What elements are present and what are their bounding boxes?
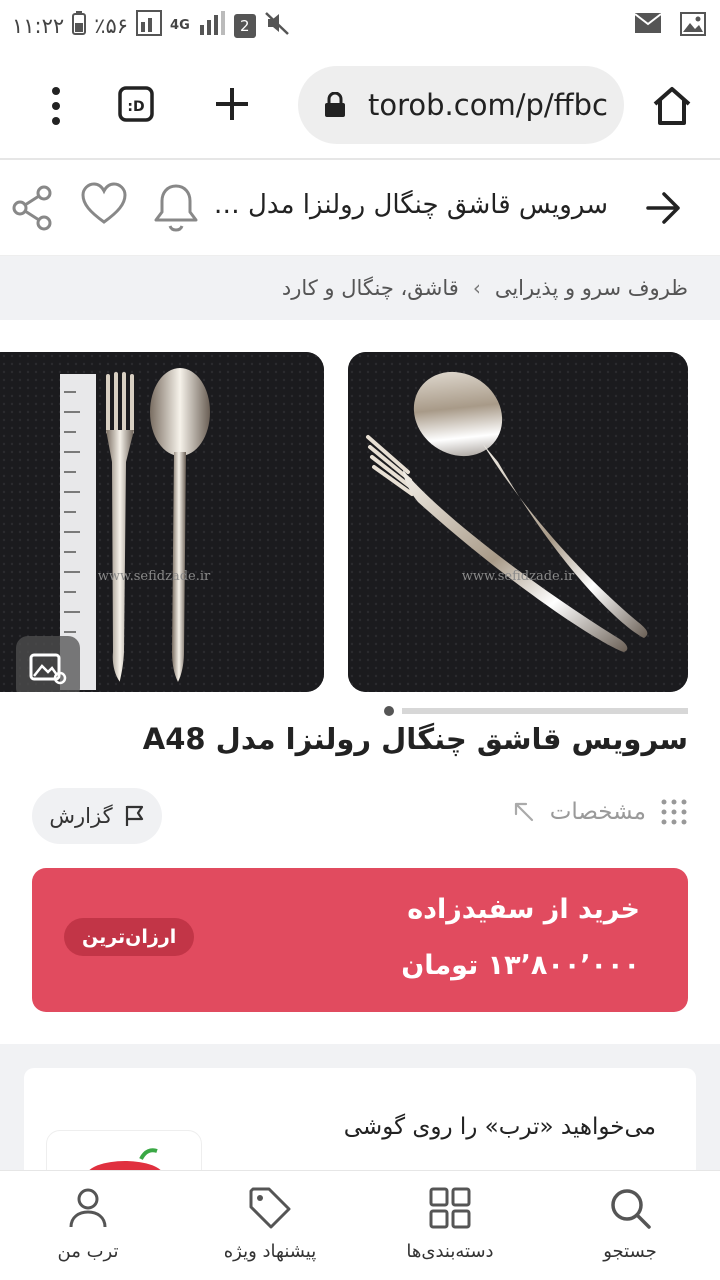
back-button[interactable] xyxy=(644,188,684,232)
status-time: ۱۱:۲۲ xyxy=(12,13,65,38)
gallery-button[interactable] xyxy=(16,636,80,692)
mute-icon xyxy=(264,10,290,41)
gallery-scroll-indicator xyxy=(402,708,688,714)
svg-text::D: :D xyxy=(127,99,144,115)
categories-icon xyxy=(429,1187,471,1229)
tag-icon xyxy=(249,1187,291,1229)
photo-watermark: www.sefidzade.ir xyxy=(98,569,211,584)
nav-offers-label: پیشنهاد ویژه xyxy=(223,1241,317,1262)
nav-mytorob-label: ترب من xyxy=(57,1241,119,1262)
menu-icon xyxy=(52,87,60,125)
url-text: torob.com/p/ffbc xyxy=(368,88,608,122)
product-header: سرویس قاشق چنگال رولنزا مدل A48 xyxy=(0,160,720,256)
plus-icon xyxy=(216,88,248,120)
user-icon xyxy=(69,1188,107,1228)
app-promo-section: می‌خواهید «ترب» را روی گوشی xyxy=(0,1044,720,1210)
nav-search-label: جستجو xyxy=(603,1241,657,1262)
product-gallery[interactable]: www.sefidzade.ir www.sefidzade.ir xyxy=(0,352,720,692)
arrow-up-left-icon xyxy=(514,802,533,822)
product-photo-main[interactable]: www.sefidzade.ir xyxy=(348,352,688,692)
sim-badge: 2 xyxy=(239,16,250,35)
image-icon xyxy=(680,12,706,40)
signal-icon xyxy=(198,11,226,40)
arrow-right-icon xyxy=(646,192,680,224)
buy-price: ۱۳٬۸۰۰٬۰۰۰ تومان xyxy=(401,950,640,981)
breadcrumb-item-serveware[interactable]: ظروف سرو و پذیرایی xyxy=(495,276,688,300)
buy-card[interactable]: خرید از سفیدزاده ۱۳٬۸۰۰٬۰۰۰ تومان ارزان‌… xyxy=(32,868,688,1012)
share-icon xyxy=(12,185,52,231)
status-right xyxy=(634,12,706,40)
grid-dots-icon xyxy=(661,799,687,825)
breadcrumb-separator: › xyxy=(472,276,481,300)
network-type: 4G xyxy=(170,17,190,33)
home-icon xyxy=(653,87,691,125)
photo-watermark: www.sefidzade.ir xyxy=(462,569,575,584)
heart-icon xyxy=(81,182,127,224)
favorite-button[interactable] xyxy=(80,182,128,230)
nav-search[interactable]: جستجو xyxy=(560,1185,700,1262)
spoon-fork-photo: www.sefidzade.ir xyxy=(348,352,688,692)
search-icon xyxy=(611,1189,651,1229)
cheapest-badge: ارزان‌ترین xyxy=(64,918,195,956)
bottom-navigation: جستجو دسته‌بندی‌ها پیشنهاد ویژه ترب من xyxy=(0,1170,720,1280)
battery-percent: ٪۵۶ xyxy=(94,13,129,38)
lock-icon xyxy=(325,92,345,117)
status-left: ۱۱:۲۲ ٪۵۶ 4G 2 xyxy=(12,10,290,41)
new-tab-button[interactable] xyxy=(212,84,252,124)
price-alert-button[interactable] xyxy=(152,182,200,236)
tab-switcher-button[interactable]: :D xyxy=(118,86,154,122)
nav-my-torob[interactable]: ترب من xyxy=(18,1185,158,1262)
product-title: سرویس قاشق چنگال رولنزا مدل A48 xyxy=(142,722,688,756)
status-bar: ۱۱:۲۲ ٪۵۶ 4G 2 xyxy=(0,0,720,52)
home-button[interactable] xyxy=(650,84,694,128)
share-button[interactable] xyxy=(10,184,54,236)
data-icon xyxy=(136,10,163,41)
nav-categories[interactable]: دسته‌بندی‌ها xyxy=(380,1185,520,1262)
gallery-icon xyxy=(29,653,67,685)
buy-store-label: خرید از سفیدزاده xyxy=(407,894,640,925)
browser-menu-button[interactable] xyxy=(38,86,74,126)
flag-icon xyxy=(125,805,143,826)
nav-special-offers[interactable]: پیشنهاد ویژه xyxy=(200,1185,340,1262)
header-title: سرویس قاشق چنگال رولنزا مدل A48 xyxy=(208,190,608,220)
bell-icon xyxy=(154,184,198,232)
browser-toolbar: :D torob.com/p/ffbc xyxy=(0,52,720,160)
breadcrumb-item-cutlery[interactable]: قاشق، چنگال و کارد xyxy=(282,276,459,300)
specs-link[interactable]: مشخصات xyxy=(512,798,688,826)
gallery-page-dot xyxy=(384,706,394,716)
specs-label: مشخصات xyxy=(549,799,646,825)
report-label: گزارش xyxy=(49,804,113,828)
app-promo-text: می‌خواهید «ترب» را روی گوشی xyxy=(343,1114,656,1140)
nav-categories-label: دسته‌بندی‌ها xyxy=(406,1241,494,1262)
url-bar[interactable]: torob.com/p/ffbc xyxy=(298,66,624,144)
report-button[interactable]: گزارش xyxy=(32,788,162,844)
tabs-icon: :D xyxy=(118,86,154,122)
mail-icon xyxy=(634,12,662,40)
battery-icon xyxy=(72,11,87,40)
breadcrumb: ظروف سرو و پذیرایی › قاشق، چنگال و کارد xyxy=(0,256,720,320)
sim-icon: 2 xyxy=(233,13,256,38)
